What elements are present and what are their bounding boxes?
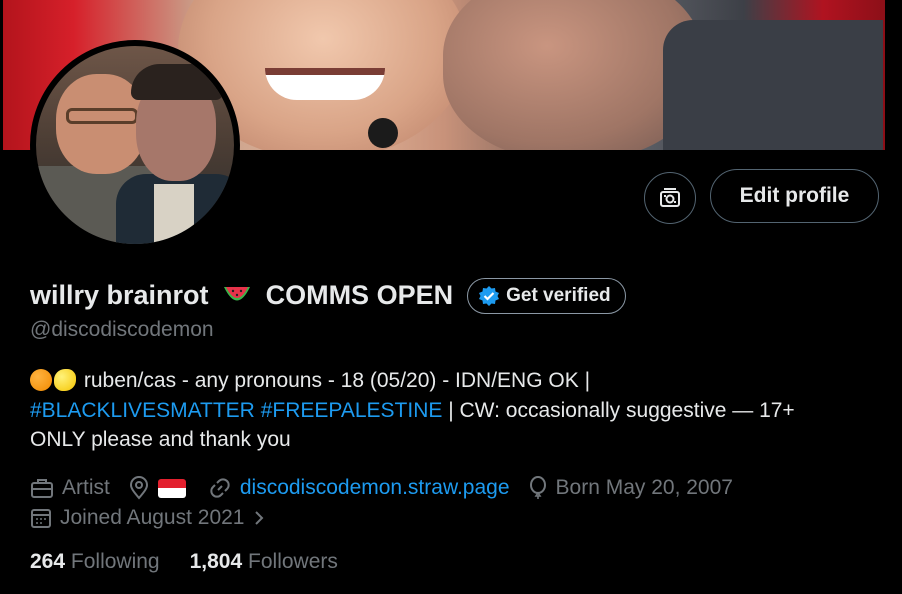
- following-label: Following: [70, 550, 160, 573]
- location-pin-icon: [129, 476, 148, 500]
- bio-line-2: #BLACKLIVESMATTER #FREEPALESTINE | CW: o…: [30, 396, 880, 426]
- joined-label: Joined August 2021: [60, 506, 245, 529]
- bio-line-1: ruben/cas - any pronouns - 18 (05/20) - …: [30, 366, 880, 396]
- meta-row-1: Artist discodiscodemon.straw.page Born M…: [30, 473, 880, 503]
- watermelon-emoji: [222, 282, 252, 313]
- profile-meta: Artist discodiscodemon.straw.page Born M…: [30, 473, 880, 533]
- category-label: Artist: [62, 476, 110, 499]
- birthday-label: Born May 20, 2007: [555, 476, 733, 499]
- chevron-right-icon: [254, 511, 263, 525]
- name-row: willry brainrot COMMS OPEN Get verified: [30, 276, 626, 316]
- avatar-figure-left-glasses: [66, 108, 138, 124]
- avatar-figure-right-shirt: [154, 184, 194, 244]
- display-name: willry brainrot COMMS OPEN: [30, 280, 453, 313]
- meta-location: [128, 476, 190, 500]
- meta-joined[interactable]: Joined August 2021: [30, 503, 267, 533]
- get-verified-button[interactable]: Get verified: [467, 278, 626, 314]
- profile-handle: @discodiscodemon: [30, 318, 214, 341]
- balloon-icon: [529, 476, 546, 499]
- banner-mouth: [265, 68, 385, 100]
- followers-link[interactable]: 1,804 Followers: [190, 550, 338, 574]
- banner-shirt: [663, 20, 883, 150]
- orange-emoji: [30, 369, 52, 391]
- followers-count: 1,804: [189, 550, 243, 573]
- profile-bio: ruben/cas - any pronouns - 18 (05/20) - …: [30, 366, 880, 455]
- indonesia-flag: [157, 478, 186, 498]
- edit-profile-button[interactable]: Edit profile: [710, 169, 879, 223]
- meta-category: Artist: [30, 473, 110, 503]
- following-count: 264: [30, 550, 66, 573]
- media-settings-button[interactable]: [644, 172, 696, 224]
- display-name-suffix: COMMS OPEN: [265, 279, 454, 310]
- link-icon: [210, 478, 230, 498]
- followers-label: Followers: [248, 550, 338, 573]
- avatar-figure-right-hair: [131, 64, 223, 100]
- hashtag-link[interactable]: #FREEPALESTINE: [261, 399, 443, 422]
- media-settings-icon: [660, 188, 680, 207]
- meta-website[interactable]: discodiscodemon.straw.page: [208, 473, 510, 503]
- verified-badge-icon: [479, 286, 500, 306]
- profile-stats: 264 Following 1,804 Followers: [30, 550, 368, 574]
- profile-avatar[interactable]: [30, 40, 240, 250]
- banner-microphone: [368, 118, 398, 148]
- lemon-emoji: [54, 369, 76, 391]
- hashtag-link[interactable]: #BLACKLIVESMATTER: [30, 399, 255, 422]
- following-link[interactable]: 264 Following: [30, 550, 160, 574]
- get-verified-label: Get verified: [506, 285, 611, 306]
- meta-row-2: Joined August 2021: [30, 503, 880, 533]
- meta-birthday: Born May 20, 2007: [528, 473, 733, 503]
- display-name-text: willry brainrot: [30, 279, 209, 310]
- briefcase-icon: [31, 479, 53, 498]
- bio-line-1-text: ruben/cas - any pronouns - 18 (05/20) - …: [83, 369, 591, 392]
- bio-line-2-text: | CW: occasionally suggestive — 17+: [448, 398, 795, 422]
- bio-line-3: ONLY please and thank you: [30, 428, 291, 451]
- website-link[interactable]: discodiscodemon.straw.page: [240, 473, 510, 503]
- calendar-icon: [31, 509, 51, 528]
